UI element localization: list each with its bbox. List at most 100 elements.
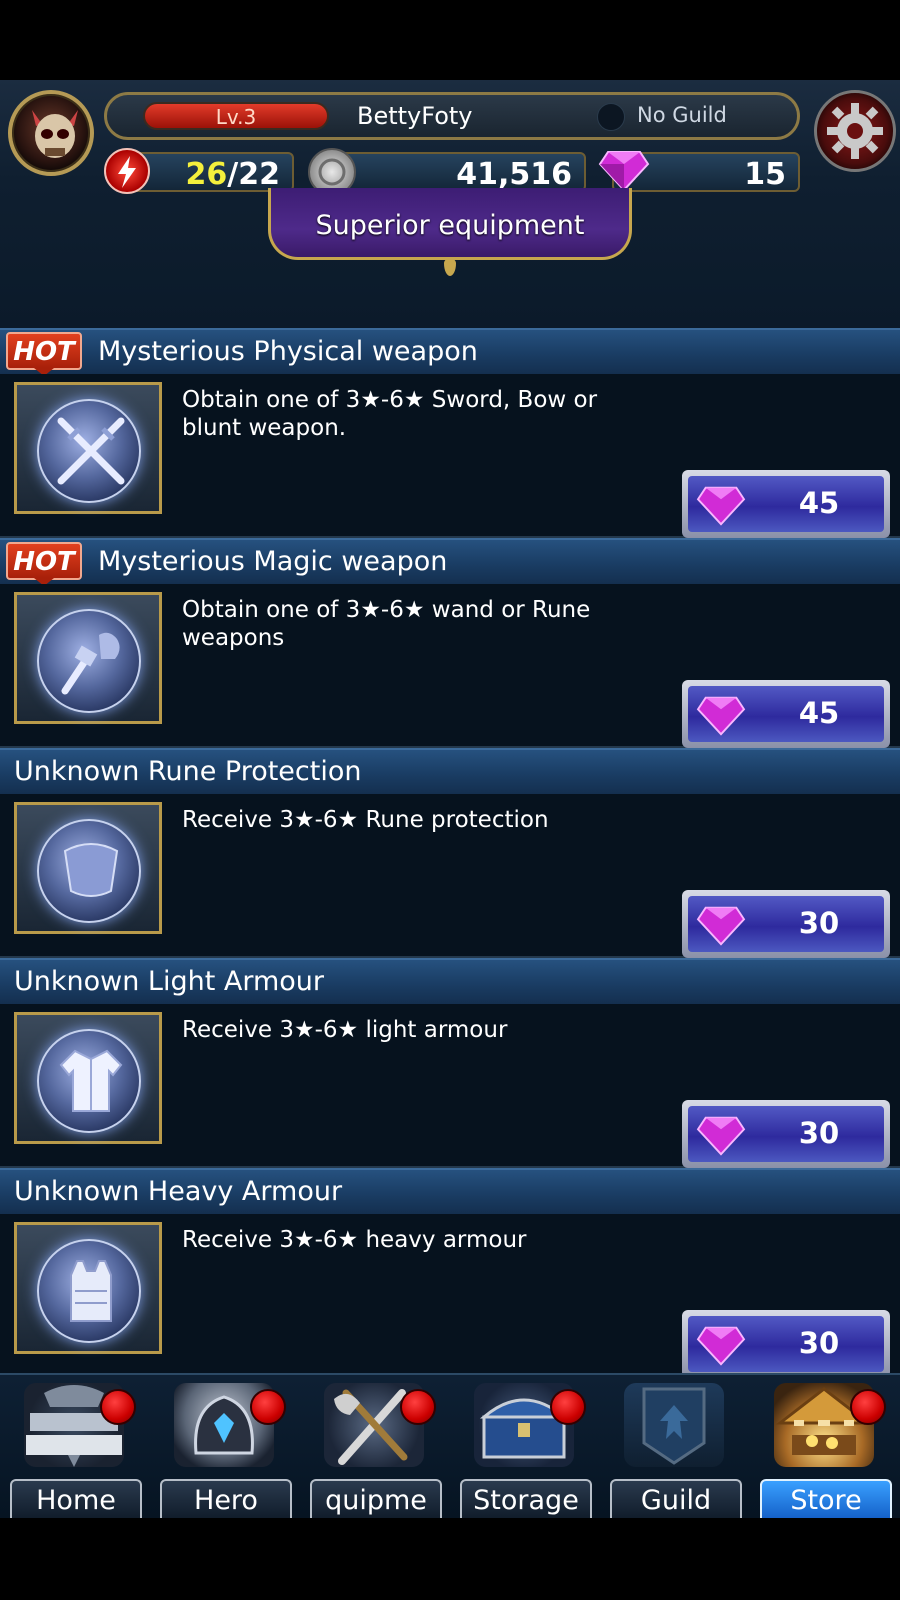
- store-item: Unknown Rune Protection Receive 3★-6★ Ru…: [0, 748, 900, 958]
- item-title: Unknown Heavy Armour: [14, 1176, 343, 1207]
- settings-button[interactable]: [814, 90, 896, 172]
- item-price: 30: [798, 1116, 840, 1150]
- heavy-vest-icon: [70, 1260, 112, 1322]
- item-thumbnail[interactable]: [14, 382, 162, 514]
- item-body: Receive 3★-6★ light armour 30: [0, 1004, 900, 1168]
- notification-badge: [550, 1389, 586, 1425]
- item-description: Receive 3★-6★ heavy armour: [182, 1227, 527, 1253]
- nav-label-box: Storage: [460, 1479, 592, 1519]
- nav-label: Guild: [640, 1485, 712, 1516]
- item-description: Obtain one of 3★-6★ wand or Rune weapons: [182, 597, 591, 651]
- silver-counter[interactable]: 41,516: [322, 152, 586, 192]
- item-thumbnail[interactable]: [14, 802, 162, 934]
- crossed-swords-icon: [57, 417, 125, 485]
- guild-emblem-icon: [624, 1383, 724, 1467]
- item-description: Obtain one of 3★-6★ Sword, Bow or blunt …: [182, 387, 598, 441]
- notification-badge: [850, 1389, 886, 1425]
- item-thumbnail[interactable]: [14, 592, 162, 724]
- item-thumbnail[interactable]: [14, 1222, 162, 1354]
- notification-badge: [250, 1389, 286, 1425]
- player-avatar[interactable]: [8, 90, 94, 176]
- buy-button[interactable]: 45: [682, 470, 890, 538]
- buy-button[interactable]: 30: [682, 1310, 890, 1378]
- nav-label: Hero: [194, 1485, 258, 1516]
- item-body: Obtain one of 3★-6★ wand or Rune weapons…: [0, 584, 900, 748]
- silver-amount: 41,516: [456, 157, 572, 192]
- item-body: Receive 3★-6★ Rune protection 30: [0, 794, 900, 958]
- guild-icon: [597, 103, 625, 131]
- nav-guild[interactable]: Guild: [604, 1375, 744, 1520]
- gem-icon: [696, 906, 746, 946]
- item-description: Receive 3★-6★ Rune protection: [182, 807, 549, 833]
- player-level: Lv.3: [215, 105, 257, 129]
- item-header: Mysterious Magic weapon: [0, 538, 900, 584]
- item-description: Receive 3★-6★ light armour: [182, 1017, 508, 1043]
- item-price: 45: [798, 696, 840, 730]
- item-header: Unknown Heavy Armour: [0, 1168, 900, 1214]
- nav-label: Store: [790, 1485, 862, 1516]
- nav-label-box: Store: [760, 1479, 892, 1519]
- nav-storage[interactable]: Storage: [454, 1375, 594, 1520]
- gem-icon: [696, 486, 746, 526]
- store-item: Unknown Heavy Armour Receive 3★-6★ heavy…: [0, 1168, 900, 1378]
- nav-label-box: quipme: [310, 1479, 442, 1519]
- item-title: Mysterious Physical weapon: [98, 336, 478, 367]
- top-letterbox: [0, 0, 900, 80]
- store-item-list[interactable]: Mysterious Physical weapon HOT Obtain on…: [0, 328, 900, 1378]
- hot-badge: HOT: [6, 332, 82, 378]
- gem-icon: [696, 1326, 746, 1366]
- gem-icon: [696, 1116, 746, 1156]
- gem-icon: [598, 151, 650, 192]
- nav-label: Home: [36, 1485, 116, 1516]
- nav-label-box: Hero: [160, 1479, 292, 1519]
- item-title: Unknown Rune Protection: [14, 756, 362, 787]
- gem-amount: 15: [744, 157, 786, 192]
- page-title: Superior equipment: [315, 210, 585, 241]
- nav-equipment[interactable]: quipme: [304, 1375, 444, 1520]
- nav-label-box: Home: [10, 1479, 142, 1519]
- item-price: 30: [798, 906, 840, 940]
- store-item: Mysterious Physical weapon HOT Obtain on…: [0, 328, 900, 538]
- buy-button[interactable]: 30: [682, 1100, 890, 1168]
- item-price: 45: [798, 486, 840, 520]
- hot-label: HOT: [13, 547, 75, 577]
- rune-armor-icon: [63, 843, 119, 897]
- energy-max: /22: [227, 157, 280, 192]
- nav-label: Storage: [473, 1485, 579, 1516]
- nav-home[interactable]: Home: [4, 1375, 144, 1520]
- wand-glove-icon: [61, 632, 120, 695]
- level-bar: Lv.3: [143, 102, 329, 130]
- nav-store[interactable]: Store: [754, 1375, 894, 1520]
- store-item: Unknown Light Armour Receive 3★-6★ light…: [0, 958, 900, 1168]
- item-body: Receive 3★-6★ heavy armour 30: [0, 1214, 900, 1378]
- item-price: 30: [798, 1326, 840, 1360]
- item-header: Unknown Light Armour: [0, 958, 900, 1004]
- bottom-letterbox: [0, 1518, 900, 1600]
- store-item: Mysterious Magic weapon HOT Obtain one o…: [0, 538, 900, 748]
- energy-icon: [104, 148, 150, 194]
- item-title: Mysterious Magic weapon: [98, 546, 448, 577]
- buy-button[interactable]: 45: [682, 680, 890, 748]
- item-title: Unknown Light Armour: [14, 966, 325, 997]
- energy-current: 26: [185, 157, 228, 192]
- notification-badge: [400, 1389, 436, 1425]
- light-jacket-icon: [59, 1049, 123, 1112]
- page-title-banner: Superior equipment: [268, 188, 632, 278]
- hot-label: HOT: [13, 337, 75, 367]
- nav-hero[interactable]: Hero: [154, 1375, 294, 1520]
- item-thumbnail[interactable]: [14, 1012, 162, 1144]
- banner-ornament: [444, 258, 456, 276]
- bottom-navigation: Home Hero quipme Storage Guild Store: [0, 1373, 900, 1520]
- gear-icon: [827, 103, 883, 159]
- buy-button[interactable]: 30: [682, 890, 890, 958]
- nav-label-box: Guild: [610, 1479, 742, 1519]
- item-header: Mysterious Physical weapon: [0, 328, 900, 374]
- top-header: Lv.3 BettyFoty No Guild 26/22 41,516 15 …: [0, 80, 900, 328]
- nav-label: quipme: [325, 1485, 427, 1516]
- item-body: Obtain one of 3★-6★ Sword, Bow or blunt …: [0, 374, 900, 538]
- guild-status: No Guild: [637, 103, 727, 127]
- notification-badge: [100, 1389, 136, 1425]
- player-name: BettyFoty: [357, 102, 473, 130]
- hot-badge: HOT: [6, 542, 82, 588]
- player-info-bar: Lv.3 BettyFoty No Guild: [104, 92, 800, 140]
